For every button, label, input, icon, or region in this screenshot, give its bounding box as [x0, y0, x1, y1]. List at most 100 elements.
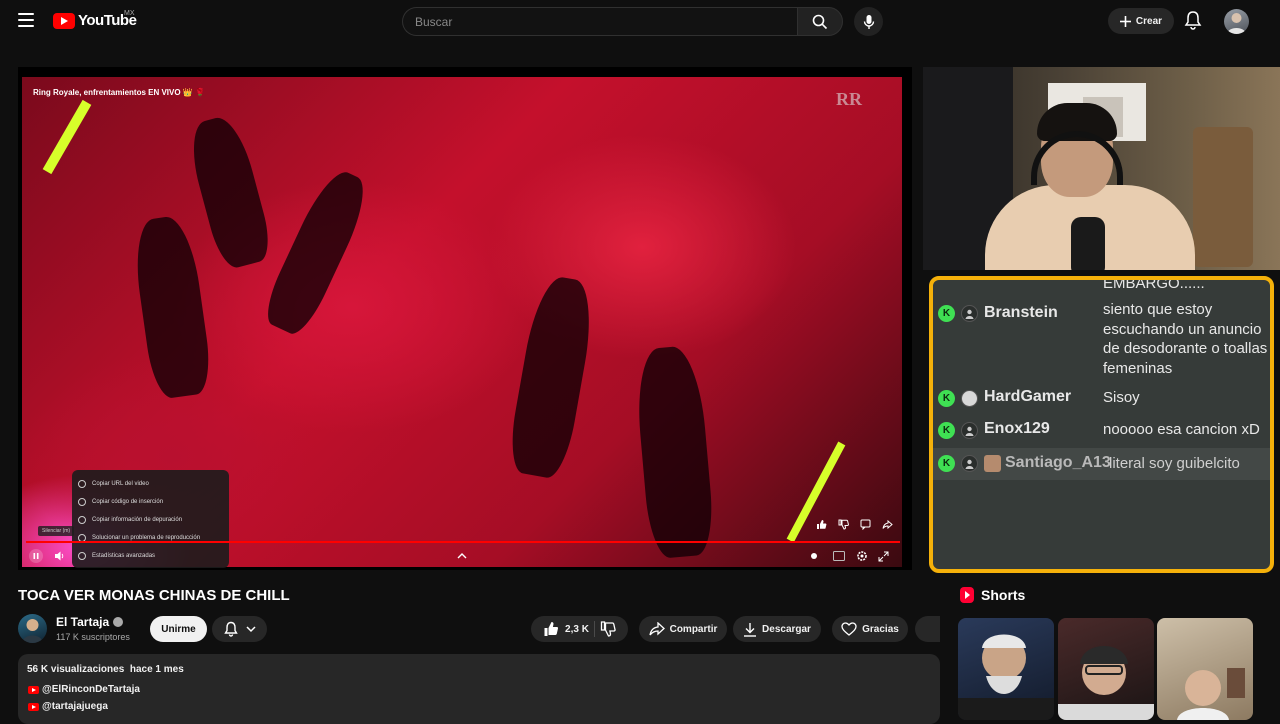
youtube-play-icon: [53, 12, 75, 29]
comment-small-icon[interactable]: [860, 517, 871, 531]
user-icon: [961, 422, 978, 439]
download-icon: [744, 622, 757, 637]
verified-check-icon: [113, 617, 124, 627]
search-button[interactable]: [797, 7, 843, 36]
channel-watermark: RR: [836, 89, 862, 109]
pause-icon: [29, 549, 43, 563]
more-actions-button[interactable]: [915, 616, 940, 642]
channel-name-text: El Tartaja: [56, 615, 110, 629]
player-reaction-buttons: [816, 517, 893, 531]
download-label: Descargar: [762, 623, 811, 635]
progress-fill: [26, 541, 900, 543]
user-icon: [961, 305, 978, 322]
video-player[interactable]: Ring Royale, enfrentamientos EN VIVO 👑 🌹…: [18, 67, 912, 570]
youtube-small-icon: [28, 685, 39, 694]
dancer-silhouette: [183, 112, 276, 272]
stage-light: [42, 99, 92, 175]
menu-item-stats-for-nerds[interactable]: Estadísticas avanzadas: [72, 547, 229, 565]
k-badge-icon: K: [938, 422, 955, 439]
view-count: 56 K visualizaciones: [27, 664, 125, 675]
voice-search-button[interactable]: [854, 7, 883, 36]
share-icon: [648, 622, 665, 636]
settings-gear-icon[interactable]: [855, 548, 869, 564]
thanks-button[interactable]: Gracias: [832, 616, 908, 642]
channel-name[interactable]: El Tartaja: [56, 615, 124, 629]
dancer-silhouette: [632, 344, 717, 560]
menu-item-copy-embed[interactable]: Copiar código de inserción: [72, 493, 229, 511]
short-thumbnail[interactable]: [958, 618, 1054, 720]
join-button[interactable]: Unirme: [150, 616, 207, 642]
like-count: 2,3 K: [565, 623, 589, 635]
account-avatar[interactable]: [1224, 9, 1249, 34]
bell-outline-icon: [223, 621, 238, 637]
autoplay-toggle-icon[interactable]: [807, 548, 821, 564]
short-thumbnail[interactable]: [1058, 618, 1154, 720]
dislike-button[interactable]: [600, 621, 616, 637]
search-icon: [812, 14, 828, 29]
channel-avatar[interactable]: [18, 614, 47, 643]
like-button[interactable]: 2,3 K: [543, 621, 589, 637]
description-link[interactable]: @ElRinconDeTartaja: [28, 684, 140, 695]
country-code: MX: [124, 10, 135, 17]
info-icon: [78, 552, 86, 560]
chat-username: Branstein: [984, 304, 1058, 321]
chat-message-highlighted: K Santiago_A13 literal soy guibelcito: [933, 448, 1270, 480]
avatar-image: [1227, 13, 1246, 34]
pause-button[interactable]: [28, 548, 44, 564]
subtitles-icon[interactable]: [832, 548, 846, 564]
create-button[interactable]: Crear: [1108, 8, 1174, 34]
shorts-icon: [960, 587, 974, 603]
chat-text: nooooo esa cancion xD: [1103, 421, 1260, 438]
chat-text: Sisoy: [1103, 389, 1140, 406]
volume-icon: [55, 551, 64, 561]
k-badge-icon: K: [938, 390, 955, 407]
menu-item-troubleshoot[interactable]: Solucionar un problema de reproducción: [72, 529, 229, 547]
bell-icon: [1184, 11, 1202, 30]
chat-partial-message: EMBARGO......: [1103, 276, 1205, 292]
share-label: Compartir: [669, 623, 718, 635]
chat-username: Santiago_A13: [1005, 454, 1111, 471]
description-link[interactable]: @tartajajuega: [28, 701, 108, 712]
like-divider: [593, 621, 595, 637]
video-title: TOCA VER MONAS CHINAS DE CHILL: [18, 587, 290, 604]
player-context-menu: Copiar URL del video Copiar código de in…: [72, 470, 229, 568]
shorts-section-header: Shorts: [960, 587, 1025, 603]
progress-bar[interactable]: [26, 541, 900, 543]
hamburger-menu-icon[interactable]: [18, 13, 34, 27]
notifications-button[interactable]: [1184, 10, 1202, 35]
notification-preferences-button[interactable]: [212, 616, 267, 642]
chevron-up-icon[interactable]: [455, 548, 469, 564]
volume-button[interactable]: [52, 548, 68, 564]
share-small-icon[interactable]: [882, 517, 893, 530]
menu-item-copy-url[interactable]: Copiar URL del video: [72, 475, 229, 493]
short-thumbnail[interactable]: [1157, 618, 1253, 720]
dislike-small-icon[interactable]: [838, 517, 849, 530]
description-meta: 56 K visualizaciones hace 1 mes: [27, 664, 184, 675]
masthead: YouTube MX Crear: [0, 0, 1280, 44]
chat-text: literal soy guibelcito: [1109, 455, 1240, 472]
thanks-label: Gracias: [862, 623, 899, 635]
k-badge-icon: K: [938, 455, 955, 472]
channel-avatar-image: [22, 619, 43, 643]
description-box[interactable]: 56 K visualizaciones hace 1 mes @ElRinco…: [18, 654, 940, 724]
gear-icon: [78, 516, 86, 524]
stream-chat-overlay: EMBARGO...... K Branstein siento que est…: [929, 276, 1274, 573]
streamer-webcam: [923, 67, 1280, 270]
plus-icon: [1119, 15, 1131, 27]
share-button[interactable]: Compartir: [639, 616, 727, 642]
miniplayer-icon[interactable]: [876, 548, 890, 564]
subscriber-count: 117 K suscriptores: [56, 632, 130, 642]
menu-item-copy-debug[interactable]: Copiar información de depuración: [72, 511, 229, 529]
player-overlay-title[interactable]: Ring Royale, enfrentamientos EN VIVO 👑 🌹: [33, 88, 205, 97]
short-thumbnail-image: [1058, 646, 1154, 720]
search-input[interactable]: [402, 7, 797, 36]
chat-text: siento que estoy escuchando un anuncio d…: [1103, 301, 1268, 377]
dancer-silhouette: [129, 213, 215, 401]
download-button[interactable]: Descargar: [733, 616, 821, 642]
studio-microphone: [1071, 217, 1105, 270]
like-small-icon[interactable]: [816, 517, 827, 529]
thumbs-down-icon: [600, 621, 616, 637]
dancer-silhouette: [258, 164, 376, 340]
code-icon: [78, 498, 86, 506]
chevron-down-icon: [245, 625, 256, 632]
